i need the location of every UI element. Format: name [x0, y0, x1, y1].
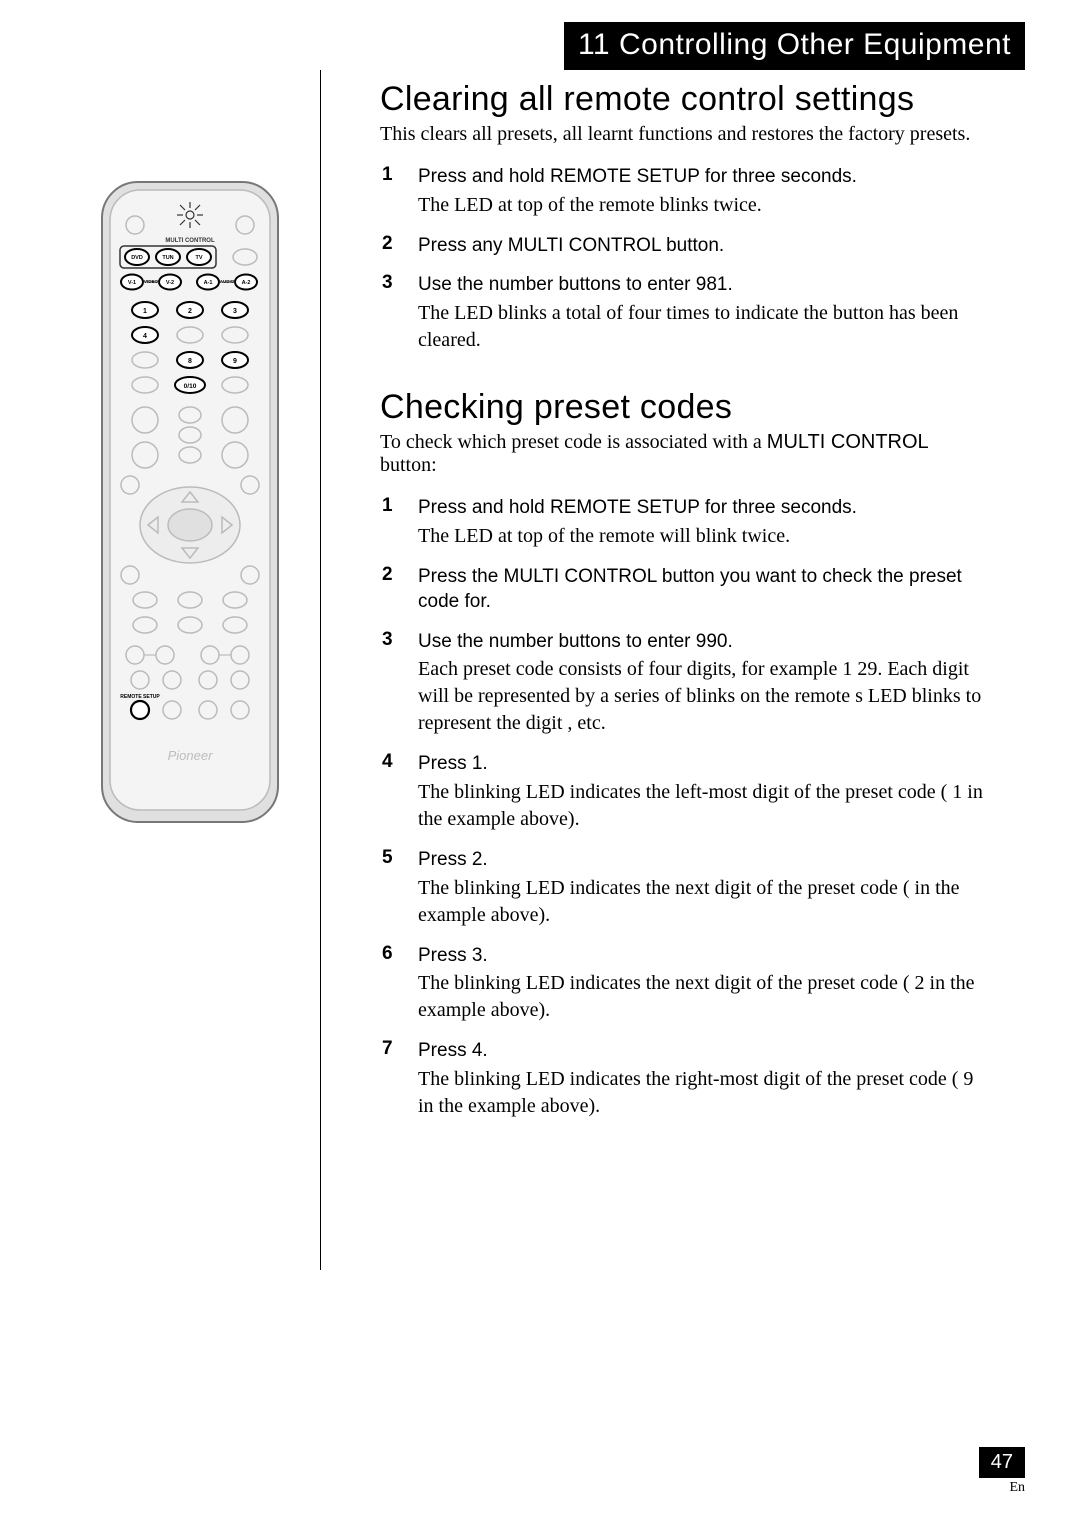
- section1-intro: This clears all presets, all learnt func…: [380, 123, 990, 146]
- num-4: 4: [132, 327, 158, 343]
- svg-text:VIDEO: VIDEO: [144, 279, 159, 284]
- svg-text:A-1: A-1: [204, 280, 213, 286]
- svg-text:V-1: V-1: [128, 280, 136, 286]
- section1-step: 2 Press any MULTI CONTROL button.: [380, 233, 990, 259]
- section2-step: 1 Press and hold REMOTE SETUP for three …: [380, 495, 990, 550]
- remote-setup-button: [131, 701, 149, 719]
- step-text: The blinking LED indicates the next digi…: [418, 875, 990, 929]
- svg-text:TUN: TUN: [162, 255, 173, 261]
- num-3: 3: [222, 302, 248, 318]
- step-text: The blinking LED indicates the left-most…: [418, 779, 990, 833]
- step-number: 1: [380, 164, 418, 219]
- section2-intro: To check which preset code is associated…: [380, 431, 990, 477]
- multi-control-label: MULTI CONTROL: [165, 238, 215, 244]
- brand-label: Pioneer: [168, 748, 213, 763]
- step-number: 2: [380, 233, 418, 259]
- num-010: 0/10: [175, 377, 205, 393]
- svg-text:2: 2: [188, 308, 192, 315]
- section2-step: 2 Press the MULTI CONTROL button you wan…: [380, 564, 990, 615]
- step-number: 3: [380, 272, 418, 354]
- step-head: Use the number buttons to enter 990.: [418, 629, 990, 655]
- v1-button: V-1: [121, 275, 143, 290]
- step-text: The LED blinks a total of four times to …: [418, 300, 990, 354]
- step-text: The LED at top of the remote blinks twic…: [418, 192, 990, 219]
- section1-step: 1 Press and hold REMOTE SETUP for three …: [380, 164, 990, 219]
- svg-text:8: 8: [188, 358, 192, 365]
- step-number: 2: [380, 564, 418, 615]
- section2-step: 3 Use the number buttons to enter 990. E…: [380, 629, 990, 738]
- num-9: 9: [222, 352, 248, 368]
- dvd-button: DVD: [125, 249, 149, 265]
- svg-text:DVD: DVD: [131, 255, 143, 261]
- step-text: Each preset code consists of four digits…: [418, 656, 990, 737]
- chapter-header: 11 Controlling Other Equipment: [564, 22, 1025, 70]
- step-number: 7: [380, 1038, 418, 1120]
- section2-step: 5 Press 2. The blinking LED indicates th…: [380, 847, 990, 929]
- svg-text:4: 4: [143, 333, 147, 340]
- content-column: Clearing all remote control settings Thi…: [380, 80, 990, 1134]
- step-text: The blinking LED indicates the right-mos…: [418, 1066, 990, 1120]
- step-number: 3: [380, 629, 418, 738]
- step-text: The blinking LED indicates the next digi…: [418, 970, 990, 1024]
- tun-button: TUN: [156, 249, 180, 265]
- step-head: Press and hold REMOTE SETUP for three se…: [418, 495, 990, 521]
- remote-illustration: MULTI CONTROL DVD TUN TV V-1 VIDEO V-2 A…: [100, 180, 280, 830]
- dpad: [140, 487, 240, 563]
- num-2: 2: [177, 302, 203, 318]
- v2-button: V-2: [159, 275, 181, 290]
- svg-text:1: 1: [143, 308, 147, 315]
- step-head: Press 1.: [418, 751, 990, 777]
- step-head: Press 3.: [418, 943, 990, 969]
- svg-text:TV: TV: [195, 255, 202, 261]
- page-number-box: 47: [979, 1447, 1025, 1478]
- num-1: 1: [132, 302, 158, 318]
- remote-setup-label: REMOTE SETUP: [120, 694, 160, 700]
- chapter-title: Controlling Other Equipment: [619, 28, 1011, 61]
- section2-title: Checking preset codes: [380, 388, 990, 427]
- section2-step: 6 Press 3. The blinking LED indicates th…: [380, 943, 990, 1025]
- step-head: Press the MULTI CONTROL button you want …: [418, 564, 990, 615]
- tv-button: TV: [187, 249, 211, 265]
- page-number: 47 En: [979, 1447, 1025, 1496]
- step-head: Use the number buttons to enter 981.: [418, 272, 990, 298]
- step-head: Press any MULTI CONTROL button.: [418, 233, 990, 259]
- svg-text:0/10: 0/10: [184, 383, 197, 390]
- section2-step: 7 Press 4. The blinking LED indicates th…: [380, 1038, 990, 1120]
- step-head: Press and hold REMOTE SETUP for three se…: [418, 164, 990, 190]
- chapter-number: 11: [578, 28, 610, 61]
- svg-text:9: 9: [233, 358, 237, 365]
- step-number: 1: [380, 495, 418, 550]
- step-head: Press 4.: [418, 1038, 990, 1064]
- left-column: MULTI CONTROL DVD TUN TV V-1 VIDEO V-2 A…: [60, 70, 321, 1270]
- step-number: 6: [380, 943, 418, 1025]
- svg-text:A-2: A-2: [242, 280, 251, 286]
- svg-text:V-2: V-2: [166, 280, 174, 286]
- section2-step: 4 Press 1. The blinking LED indicates th…: [380, 751, 990, 833]
- section1-step: 3 Use the number buttons to enter 981. T…: [380, 272, 990, 354]
- num-8: 8: [177, 352, 203, 368]
- a1-button: A-1: [197, 275, 219, 290]
- step-head: Press 2.: [418, 847, 990, 873]
- svg-text:3: 3: [233, 308, 237, 315]
- a2-button: A-2: [235, 275, 257, 290]
- section1-title: Clearing all remote control settings: [380, 80, 990, 119]
- step-number: 4: [380, 751, 418, 833]
- page-language: En: [979, 1480, 1025, 1496]
- step-text: The LED at top of the remote will blink …: [418, 523, 990, 550]
- step-number: 5: [380, 847, 418, 929]
- svg-text:AUDIO: AUDIO: [220, 279, 235, 284]
